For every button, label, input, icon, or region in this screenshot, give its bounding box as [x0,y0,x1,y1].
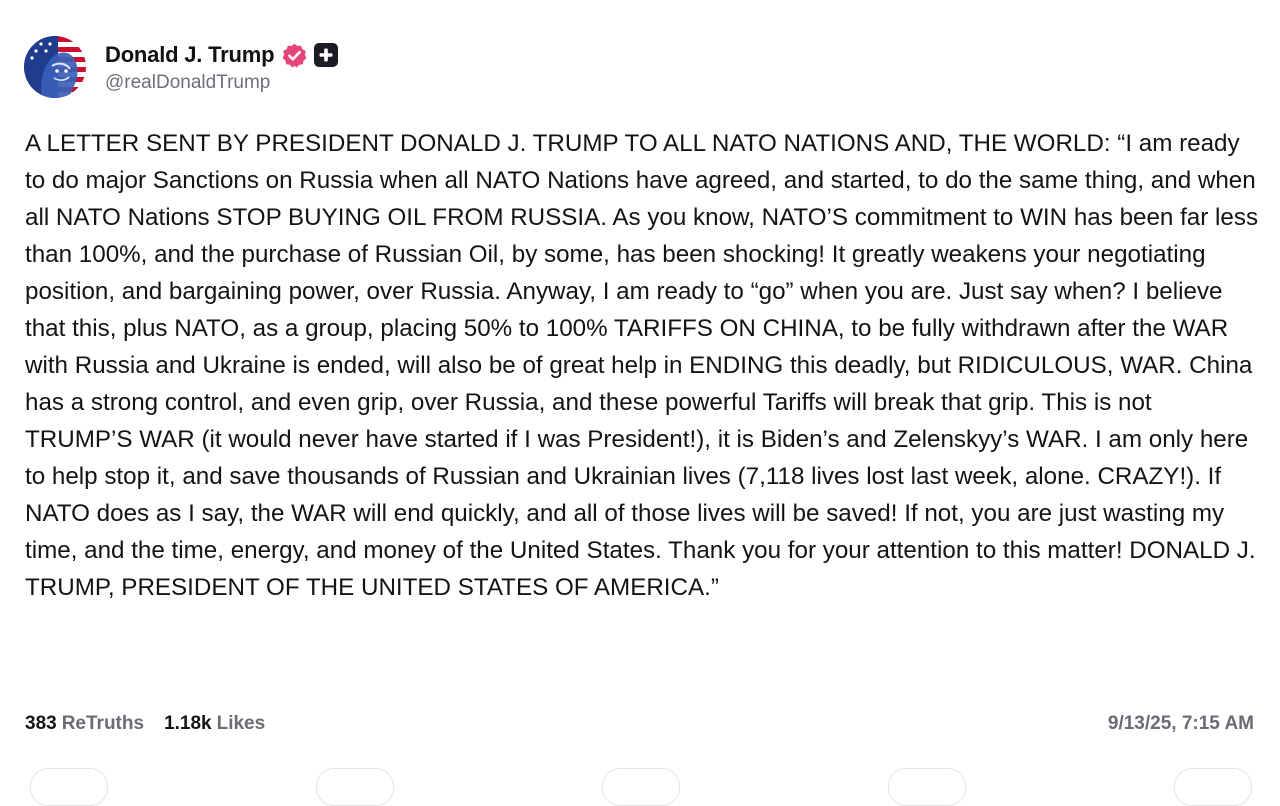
retruth-button[interactable] [316,768,394,806]
likes-label: Likes [216,713,266,734]
author-block: Donald J. Trump @realDonaldTrump [105,40,339,94]
reply-button[interactable] [30,768,108,806]
share-button[interactable] [888,768,966,806]
retruths-count: 383 [25,713,57,734]
likes-count: 1.18k [164,713,212,734]
display-name[interactable]: Donald J. Trump [105,42,275,68]
avatar[interactable] [24,36,86,98]
avatar-image [24,36,86,98]
like-button[interactable] [602,768,680,806]
post-stats: 383 ReTruths 1.18k Likes [25,713,285,735]
retruths-label: ReTruths [61,713,145,734]
plus-square-icon [314,43,339,67]
post-card: Donald J. Trump @realDonaldTrump A LETTE… [0,0,1280,806]
retruths-stat[interactable]: 383 ReTruths [25,713,144,735]
action-bar [0,768,1280,806]
more-button[interactable] [1174,768,1252,806]
post-text: A LETTER SENT BY PRESIDENT DONALD J. TRU… [25,130,1259,601]
verified-badge-icon [281,42,308,69]
likes-stat[interactable]: 1.18k Likes [164,713,265,735]
author-name-row: Donald J. Trump [105,40,339,70]
post-timestamp[interactable]: 9/13/25, 7:15 AM [1108,713,1254,735]
user-handle[interactable]: @realDonaldTrump [105,72,338,94]
